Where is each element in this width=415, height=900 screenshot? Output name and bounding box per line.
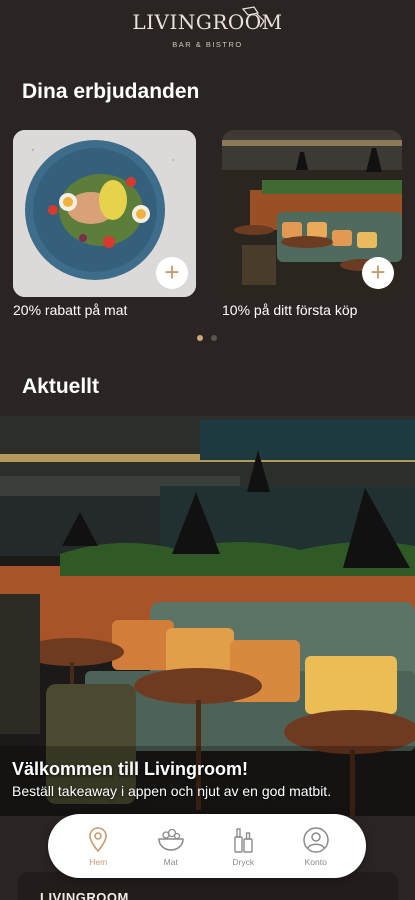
tab-label: Konto: [304, 857, 327, 867]
user-icon: [303, 827, 329, 853]
add-offer-button[interactable]: +: [156, 257, 188, 289]
hero-title: Välkommen till Livingroom!: [12, 759, 249, 779]
logo-subtitle: BAR & BISTRO: [172, 40, 243, 49]
tab-label: Hem: [89, 857, 108, 867]
tab-dryck[interactable]: Dryck: [213, 825, 273, 867]
app-logo: LIVINGROOM BAR & BISTRO: [0, 2, 415, 50]
restaurant-hero-image: [0, 416, 415, 816]
lamp-icon: [241, 6, 265, 28]
tab-label: Mat: [163, 857, 178, 867]
pager-dot[interactable]: [197, 335, 203, 341]
tab-label: Dryck: [232, 857, 255, 867]
news-heading: Aktuellt: [22, 375, 100, 398]
offer-card-food[interactable]: +: [13, 130, 196, 297]
offer-card-first-purchase[interactable]: +: [222, 130, 402, 297]
offer-label-first-purchase: 10% på ditt första köp: [222, 302, 358, 318]
bottom-panel-title: LIVINGROOM: [40, 890, 129, 900]
offers-pager: [197, 335, 217, 341]
pager-dot[interactable]: [211, 335, 217, 341]
offer-label-food: 20% rabatt på mat: [13, 302, 128, 318]
tab-mat[interactable]: Mat: [141, 825, 201, 867]
tab-hem[interactable]: Hem: [68, 825, 128, 867]
tab-konto[interactable]: Konto: [286, 825, 346, 867]
bottom-tab-bar: Hem Mat Dryck Konto: [48, 814, 366, 878]
bottles-icon: [234, 828, 253, 853]
location-pin-icon: [89, 827, 108, 853]
news-hero-image[interactable]: [0, 416, 415, 816]
offers-heading: Dina erbjudanden: [22, 80, 200, 103]
hero-subtitle: Beställ takeaway i appen och njut av en …: [12, 783, 332, 799]
food-bowl-icon: [157, 828, 184, 851]
add-offer-button[interactable]: +: [362, 257, 394, 289]
